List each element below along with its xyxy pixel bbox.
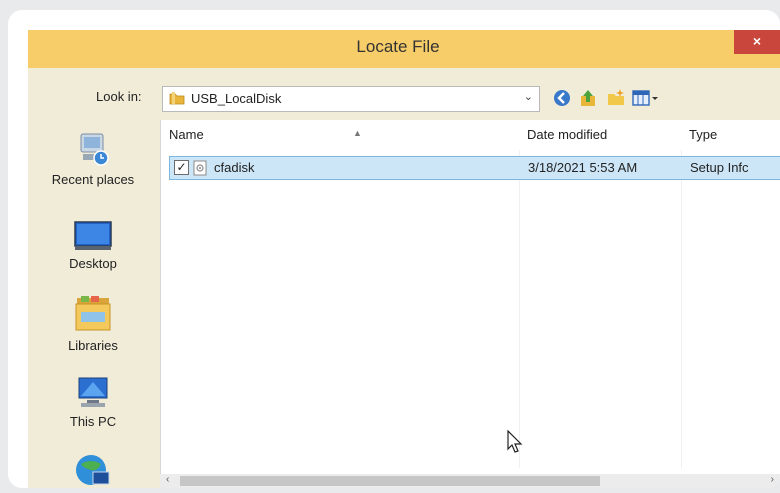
place-libraries[interactable]: Libraries [28,294,158,353]
locate-file-dialog: Locate File × Look in: USB_LocalDisk ⌄ R… [28,30,780,488]
this-pc-icon [78,377,108,407]
place-label: This PC [69,414,117,429]
file-name: cfadisk [214,160,255,175]
chevron-down-icon[interactable]: ⌄ [524,90,533,103]
screenshot-card: Locate File × Look in: USB_LocalDisk ⌄ R… [8,10,780,488]
network-icon [76,455,110,485]
place-label: Recent places [51,172,135,187]
close-button[interactable]: × [734,30,780,54]
place-recent-places[interactable]: Recent places [28,132,158,187]
look-in-label: Look in: [96,89,142,104]
view-menu-icon[interactable] [632,88,660,108]
new-folder-icon[interactable] [606,88,626,108]
sort-up-icon: ▲ [353,128,362,138]
desktop-icon [74,221,112,250]
back-icon[interactable] [552,88,572,108]
column-divider[interactable] [681,150,682,468]
libraries-icon [75,296,111,331]
scroll-right-icon[interactable]: › [771,474,774,485]
place-label: Desktop [69,256,117,271]
dialog-title: Locate File [356,37,440,56]
table-row[interactable]: ✓ cfadisk 3/18/2021 5:53 AM Setup Infc [169,156,780,180]
look-in-value: USB_LocalDisk [191,91,282,106]
column-divider[interactable] [519,150,520,468]
column-header-label: Date modified [527,127,608,142]
folder-icon [169,92,185,105]
place-network[interactable] [28,452,158,488]
place-this-pc[interactable]: This PC [28,376,158,429]
column-header-type[interactable]: Type [689,124,779,146]
title-bar[interactable]: Locate File × [28,30,780,68]
column-header-label: Type [689,127,718,142]
scroll-left-icon[interactable]: ‹ [166,474,169,485]
recent-places-icon [80,133,109,166]
file-date-modified: 3/18/2021 5:53 AM [528,160,638,175]
places-bar: Recent places Desktop Libraries This PC [28,122,158,488]
file-type: Setup Infc [690,160,749,175]
scrollbar-thumb[interactable] [180,476,600,486]
up-folder-icon[interactable] [578,88,598,108]
setup-file-icon [193,160,207,176]
column-header-date-modified[interactable]: Date modified [527,124,677,146]
look-in-dropdown[interactable]: USB_LocalDisk ⌄ [162,86,540,112]
row-checkbox[interactable]: ✓ [174,160,189,175]
mouse-cursor-icon [507,430,523,453]
column-header-name[interactable]: Name ▲ [169,124,509,146]
file-list[interactable]: Name ▲ Date modified Type ✓ cfadisk 3/18… [160,120,780,488]
horizontal-scrollbar[interactable]: ‹ › [160,474,780,488]
column-header-label: Name [169,127,204,142]
place-label: Libraries [68,338,118,353]
place-desktop[interactable]: Desktop [28,220,158,271]
